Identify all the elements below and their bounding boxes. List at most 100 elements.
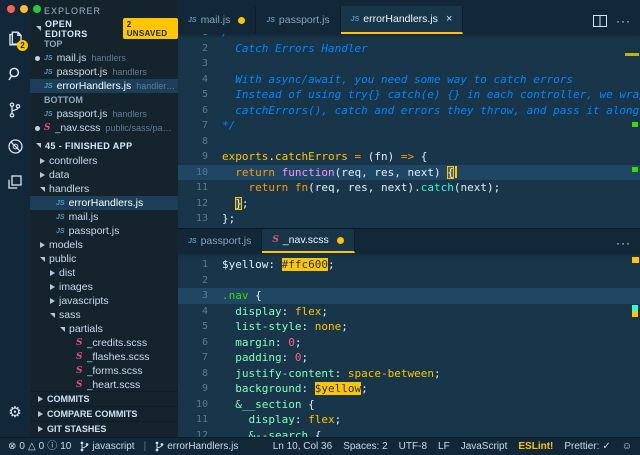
language-mode[interactable]: JavaScript (461, 441, 508, 452)
open-editor-item[interactable]: JS errorHandlers.js handler… (30, 79, 178, 93)
panel-header[interactable]: GIT STASHES (30, 421, 178, 436)
open-editor-item[interactable]: JS mail.js handlers (30, 51, 178, 65)
open-editor-item[interactable]: S _nav.scss public/sass/pa… (30, 121, 178, 135)
chevron-right-icon (38, 411, 43, 417)
dirty-indicator (35, 55, 40, 61)
code-line[interactable]: 3 .nav { (178, 288, 640, 304)
extensions-icon[interactable] (0, 164, 30, 200)
tree-file[interactable]: S _credits.scss (30, 336, 178, 350)
tree-file[interactable]: S _forms.scss (30, 364, 178, 378)
tree-file[interactable]: JS passport.js (30, 224, 178, 238)
sass-file-icon: S (76, 338, 83, 348)
tab-mail.js[interactable]: JS mail.js (178, 6, 257, 34)
cursor-position[interactable]: Ln 10, Col 36 (273, 441, 333, 452)
problems-indicator[interactable]: ⊗ 0 △ 0 ⓘ 10 (8, 441, 71, 452)
minimize-window-button[interactable] (20, 5, 28, 13)
code-line[interactable]: 11 return fn(req, res, next).catch(next)… (178, 180, 640, 196)
eol-setting[interactable]: LF (438, 441, 450, 452)
code-line[interactable]: 6 catchErrors(), catch and errors they t… (178, 103, 640, 119)
open-editor-item[interactable]: JS passport.js handlers (30, 65, 178, 79)
explorer-icon[interactable]: 2 (0, 20, 30, 56)
more-actions-icon[interactable]: ··· (616, 15, 631, 27)
project-root-header[interactable]: 45 - FINISHED APP (30, 137, 178, 154)
tree-file[interactable]: JS mail.js (30, 210, 178, 224)
tab-_nav.scss[interactable]: S _nav.scss (262, 229, 355, 253)
tree-folder[interactable]: sass (30, 308, 178, 322)
code-line[interactable]: 6 margin: 0; (178, 335, 640, 351)
panel-header[interactable]: COMPARE COMMITS (30, 406, 178, 421)
code-line[interactable]: 2 (178, 273, 640, 289)
open-editor-item[interactable]: JS passport.js handlers (30, 107, 178, 121)
settings-gear-icon[interactable]: ⚙ (8, 403, 21, 421)
git-branch-indicator[interactable]: javascript (80, 441, 135, 452)
tree-folder[interactable]: handlers (30, 182, 178, 196)
code-line[interactable]: 12 &--search { (178, 428, 640, 438)
item-label: _heart.scss (86, 379, 141, 391)
search-icon[interactable] (0, 56, 30, 92)
tab-passport.js[interactable]: JS passport.js (178, 229, 263, 253)
code-line[interactable]: 4 With async/await, you need some way to… (178, 72, 640, 88)
code-line[interactable]: 9 exports.catchErrors = (fn) => { (178, 149, 640, 165)
tab-passport.js[interactable]: JS passport.js (256, 6, 341, 34)
prettier-status[interactable]: Prettier: ✓ (564, 441, 610, 452)
indentation-setting[interactable]: Spaces: 2 (343, 441, 387, 452)
code-line[interactable]: 4 display: flex; (178, 304, 640, 320)
code-line[interactable]: 7 padding: 0; (178, 350, 640, 366)
code-line[interactable]: 8 (178, 134, 640, 150)
branch-name: javascript (92, 441, 135, 452)
tree-file[interactable]: JS errorHandlers.js (30, 196, 178, 210)
tree-folder[interactable]: controllers (30, 154, 178, 168)
code-line[interactable]: 10 return function(req, res, next) { (178, 164, 640, 180)
close-window-button[interactable] (7, 5, 15, 13)
open-editors-header[interactable]: OPEN EDITORS 2 UNSAVED (30, 18, 178, 39)
token: (req, res, next) (334, 165, 448, 179)
line-number: 13 (195, 213, 208, 224)
sass-file-icon: S (76, 352, 83, 362)
split-editor-icon[interactable] (593, 15, 607, 27)
code-line[interactable]: 7 */ (178, 118, 640, 134)
code-line[interactable]: 13}; (178, 211, 640, 227)
eslint-status[interactable]: ESLint! (518, 441, 553, 452)
item-label: partials (69, 323, 103, 335)
code-line[interactable]: 12 }; (178, 196, 640, 212)
tree-folder[interactable]: public (30, 252, 178, 266)
zoom-window-button[interactable] (33, 5, 41, 13)
editor-top-pane[interactable]: 1/*2 Catch Errors Handler34 With async/a… (178, 34, 640, 228)
tree-folder[interactable]: dist (30, 266, 178, 280)
line-number: 10 (195, 398, 208, 410)
tree-folder[interactable]: images (30, 280, 178, 294)
code-top: 1/*2 Catch Errors Handler34 With async/a… (178, 34, 640, 227)
tree-folder[interactable]: partials (30, 322, 178, 336)
code-line[interactable]: 5 Instead of using try{} catch(e) {} in … (178, 87, 640, 103)
context-file-indicator[interactable]: errorHandlers.js (155, 441, 238, 452)
token: catch (420, 181, 454, 194)
code-line[interactable]: 11 display: flex; (178, 412, 640, 428)
token: { (248, 289, 262, 302)
debug-icon[interactable] (0, 128, 30, 164)
tree-folder[interactable]: data (30, 168, 178, 182)
code-line[interactable]: 2 Catch Errors Handler (178, 41, 640, 57)
tree-folder[interactable]: javascripts (30, 294, 178, 308)
code-line[interactable]: 8 justify-content: space-between; (178, 366, 640, 382)
code-line[interactable]: 3 (178, 56, 640, 72)
tree-file[interactable]: S _heart.scss (30, 378, 178, 391)
tab-errorHandlers.js[interactable]: JS errorHandlers.js × (340, 6, 464, 34)
code-line[interactable]: 9 background: $yellow; (178, 381, 640, 397)
panel-label: GIT STASHES (47, 424, 107, 434)
editor-bottom-pane[interactable]: 1 $yellow: #ffc600; 2 3 .nav {4 display: fle… (178, 253, 640, 437)
tree-file[interactable]: S _flashes.scss (30, 350, 178, 364)
code-line[interactable]: 10 &__section { (178, 397, 640, 413)
token: Catch Errors Handler (222, 41, 368, 55)
more-actions-icon[interactable]: ··· (616, 237, 631, 249)
encoding-setting[interactable]: UTF-8 (399, 441, 427, 452)
close-icon[interactable]: × (446, 13, 452, 25)
feedback-smiley-icon[interactable]: ☺ (622, 441, 632, 452)
panel-header[interactable]: COMMITS (30, 391, 178, 406)
source-control-icon[interactable] (0, 92, 30, 128)
code-line[interactable]: 1 $yellow: #ffc600; (178, 257, 640, 273)
tree-folder[interactable]: models (30, 238, 178, 252)
code-line[interactable]: 5 list-style: none; (178, 319, 640, 335)
token: : (294, 413, 309, 426)
